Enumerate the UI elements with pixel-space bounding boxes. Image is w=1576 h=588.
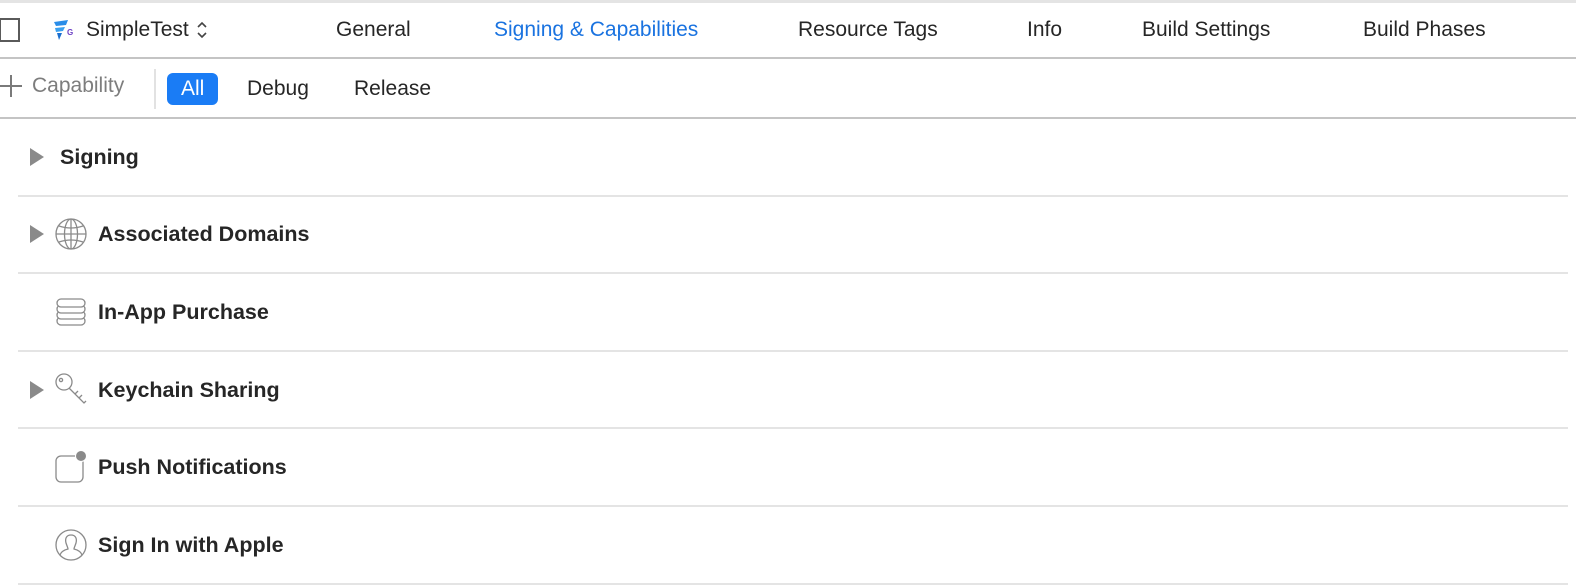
add-capability-label: Capability xyxy=(32,74,125,97)
chevron-up-down-icon xyxy=(197,21,207,39)
tab-build-settings[interactable]: Build Settings xyxy=(1142,15,1270,45)
person-circle-icon xyxy=(55,529,87,561)
capability-title: Signing xyxy=(60,144,139,169)
plus-icon xyxy=(0,75,22,97)
capability-title: Keychain Sharing xyxy=(98,377,280,402)
capability-row-associated-domains[interactable]: Associated Domains xyxy=(18,197,1568,275)
tab-info[interactable]: Info xyxy=(1027,15,1062,45)
app-logo-icon: G xyxy=(54,20,73,40)
disclosure-triangle-icon[interactable] xyxy=(30,380,44,399)
sidebar-toggle-icon[interactable] xyxy=(0,18,20,42)
target-selector[interactable]: G SimpleTest xyxy=(52,15,208,45)
key-icon xyxy=(55,372,87,404)
capability-row-sign-in-with-apple[interactable]: Sign In with Apple xyxy=(18,507,1568,585)
tab-resource-tags[interactable]: Resource Tags xyxy=(798,15,938,45)
config-filter-release[interactable]: Release xyxy=(340,73,445,105)
capabilities-list: Signing Associated Domains In-App Purcha… xyxy=(18,119,1568,585)
editor-tab-bar: G SimpleTest General Signing & Capabilit… xyxy=(0,3,1576,59)
capability-title: Associated Domains xyxy=(98,222,310,247)
capability-filter-bar: Capability All Debug Release xyxy=(0,59,1576,119)
tab-general[interactable]: General xyxy=(336,15,411,45)
svg-text:G: G xyxy=(67,28,73,37)
globe-icon xyxy=(55,218,87,251)
capability-row-keychain-sharing[interactable]: Keychain Sharing xyxy=(18,352,1568,430)
notification-badge-icon xyxy=(55,450,87,483)
capability-title: Sign In with Apple xyxy=(98,532,284,557)
add-capability-button[interactable]: Capability xyxy=(0,74,124,98)
capability-row-push-notifications[interactable]: Push Notifications xyxy=(18,429,1568,507)
config-filter-all[interactable]: All xyxy=(167,73,219,105)
capability-row-in-app-purchase[interactable]: In-App Purchase xyxy=(18,274,1568,352)
coins-icon xyxy=(56,298,86,326)
capability-row-signing[interactable]: Signing xyxy=(18,119,1568,197)
toolbar-divider xyxy=(154,69,156,109)
tab-signing-capabilities[interactable]: Signing & Capabilities xyxy=(494,15,698,45)
config-filter-debug[interactable]: Debug xyxy=(233,73,323,105)
tab-build-phases[interactable]: Build Phases xyxy=(1363,15,1486,45)
capability-title: Push Notifications xyxy=(98,455,287,480)
disclosure-triangle-icon[interactable] xyxy=(30,225,44,244)
capability-title: In-App Purchase xyxy=(98,299,269,324)
target-name: SimpleTest xyxy=(86,18,189,41)
disclosure-triangle-icon[interactable] xyxy=(30,147,44,166)
